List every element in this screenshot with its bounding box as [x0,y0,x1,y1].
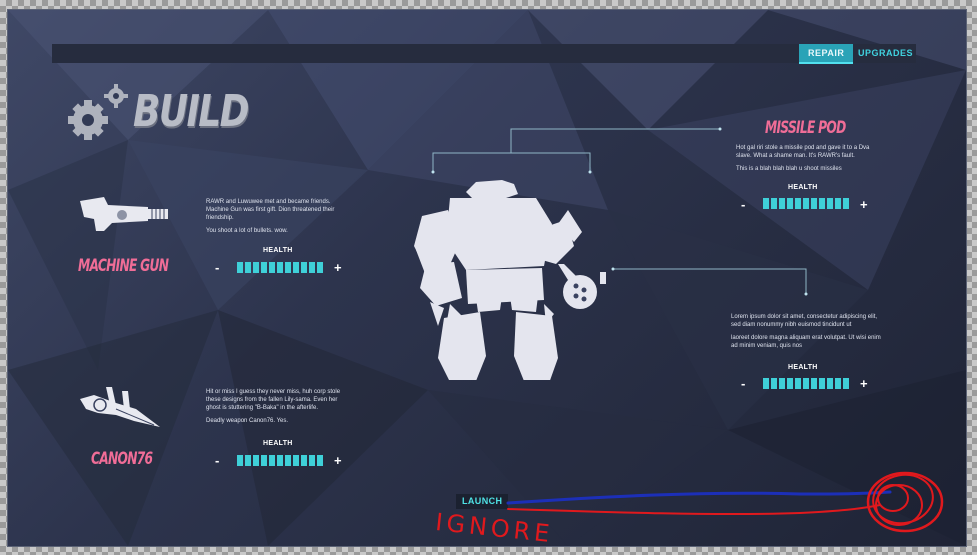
health-segment [253,262,259,273]
health-segment [317,455,323,466]
weapon-description-machine-gun: RAWR and Luwuwee met and became friends.… [206,198,351,240]
top-nav-bar: REPAIR UPGRADES [52,44,916,64]
health-increase-button[interactable]: + [860,377,868,390]
description-line: Hit or miss I guess they never miss, huh… [206,389,341,411]
health-segment [301,455,307,466]
health-segment [269,455,275,466]
health-decrease-button[interactable]: - [741,198,745,211]
health-bar [763,198,849,209]
health-segment [317,262,323,273]
weapon-name-machine-gun: MACHINE GUN [78,256,169,276]
health-segment [771,378,777,389]
health-segment [253,455,259,466]
health-segment [843,198,849,209]
health-decrease-button[interactable]: - [215,261,219,274]
health-label: HEALTH [263,440,293,447]
gears-icon [68,84,128,140]
health-segment [827,378,833,389]
health-segment [811,378,817,389]
health-bar [763,378,849,389]
health-segment [803,378,809,389]
health-segment [795,198,801,209]
description-line: Hot gal riri stole a missile pod and gav… [736,145,870,159]
health-segment [285,455,291,466]
health-segment [237,262,243,273]
health-segment [245,262,251,273]
health-segment [293,262,299,273]
health-segment [787,378,793,389]
health-segment [803,198,809,209]
health-segment [763,378,769,389]
weapon-description-missile-pod: Hot gal riri stole a missile pod and gav… [736,144,876,178]
health-segment [819,378,825,389]
health-increase-button[interactable]: + [860,198,868,211]
health-segment [269,262,275,273]
weapon-description-canon76: Hit or miss I guess they never miss, huh… [206,388,353,430]
description-line: This is a blah blah blah u shoot missile… [736,166,842,172]
health-segment [779,378,785,389]
weapon-description-arm: Lorem ipsum dolor sit amet, consectetur … [731,313,881,355]
health-segment [779,198,785,209]
mech-robot-icon [414,180,606,380]
description-line: RAWR and Luwuwee met and became friends.… [206,199,335,221]
health-segment [827,198,833,209]
health-segment [843,378,849,389]
canon-icon [80,387,160,427]
launch-button[interactable]: LAUNCH [456,494,509,509]
health-bar [237,455,323,466]
health-segment [285,262,291,273]
health-decrease-button[interactable]: - [741,377,745,390]
health-segment [301,262,307,273]
health-label: HEALTH [788,364,818,371]
health-segment [835,378,841,389]
health-decrease-button[interactable]: - [215,454,219,467]
health-segment [293,455,299,466]
health-segment [763,198,769,209]
health-segment [237,455,243,466]
build-screen: REPAIR UPGRADES BUILD MACHINE GUN RAWR a… [7,9,967,547]
health-segment [811,198,817,209]
health-segment [835,198,841,209]
health-segment [277,455,283,466]
description-line: laoreet dolore magna aliquam erat volutp… [731,335,881,349]
health-segment [261,262,267,273]
health-increase-button[interactable]: + [334,454,342,467]
health-segment [795,378,801,389]
health-segment [261,455,267,466]
tab-upgrades[interactable]: UPGRADES [849,44,922,63]
health-segment [245,455,251,466]
health-segment [309,262,315,273]
health-label: HEALTH [263,247,293,254]
weapon-name-missile-pod: MISSILE POD [765,118,846,138]
health-segment [819,198,825,209]
description-line: You shoot a lot of bullets. wow. [206,228,288,234]
health-bar [237,262,323,273]
tab-repair[interactable]: REPAIR [799,44,854,64]
health-segment [277,262,283,273]
health-label: HEALTH [788,184,818,191]
weapon-name-canon76: CANON76 [91,449,153,469]
health-segment [787,198,793,209]
health-increase-button[interactable]: + [334,261,342,274]
description-line: Lorem ipsum dolor sit amet, consectetur … [731,314,878,328]
machine-gun-icon [80,197,168,231]
health-segment [309,455,315,466]
page-title: BUILD [133,86,250,137]
description-line: Deadly weapon Canon76. Yes. [206,418,289,424]
health-segment [771,198,777,209]
